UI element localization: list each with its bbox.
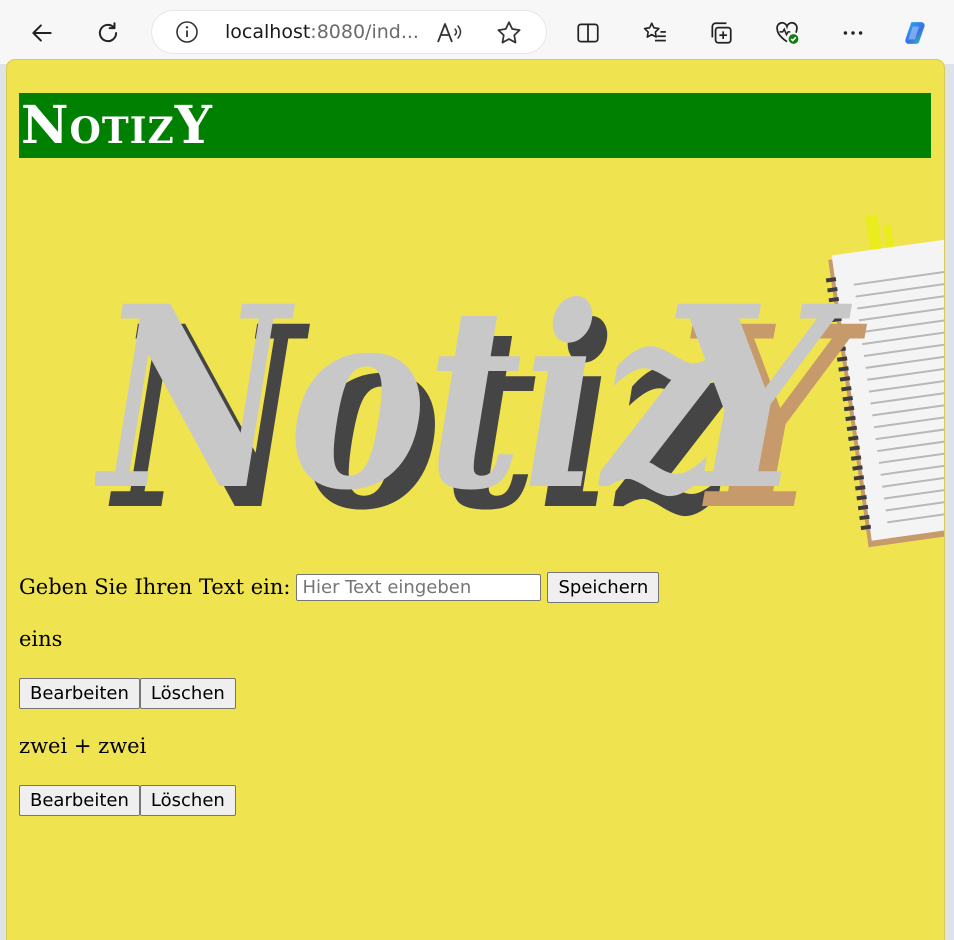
refresh-icon[interactable] xyxy=(88,13,128,53)
collections-icon[interactable] xyxy=(701,13,741,53)
delete-button[interactable]: Löschen xyxy=(139,785,236,816)
url-text[interactable]: localhost:8080/ind... xyxy=(225,21,425,43)
note-actions: Bearbeiten Löschen xyxy=(19,678,236,709)
read-aloud-icon[interactable] xyxy=(435,20,465,46)
back-icon[interactable] xyxy=(22,13,62,53)
note-text: eins xyxy=(19,627,63,651)
notizy-logo: Notiz Y Notiz Y xyxy=(95,214,944,550)
health-icon[interactable] xyxy=(767,13,807,53)
browser-toolbar: localhost:8080/ind... xyxy=(0,0,954,64)
page-viewport: NotizY Notiz Y Notiz Y Geben Sie Ihren T… xyxy=(7,60,944,940)
address-bar[interactable]: localhost:8080/ind... xyxy=(151,10,547,54)
note-form: Geben Sie Ihren Text ein: Speichern xyxy=(19,570,660,604)
edit-button[interactable]: Bearbeiten xyxy=(19,785,140,816)
svg-text:Y: Y xyxy=(663,251,853,545)
delete-button[interactable]: Löschen xyxy=(139,678,236,709)
site-header: NotizY xyxy=(19,93,931,158)
note-input-label: Geben Sie Ihren Text ein: xyxy=(19,575,291,599)
page-title: NotizY xyxy=(21,95,213,156)
edit-button[interactable]: Bearbeiten xyxy=(19,678,140,709)
url-host: localhost xyxy=(225,21,311,43)
save-button[interactable]: Speichern xyxy=(547,571,660,603)
favorite-icon[interactable] xyxy=(495,19,523,47)
split-screen-icon[interactable] xyxy=(568,13,608,53)
copilot-icon[interactable] xyxy=(896,13,936,53)
svg-text:Notiz: Notiz xyxy=(95,251,723,545)
more-icon[interactable] xyxy=(833,13,873,53)
note-text: zwei + zwei xyxy=(19,734,147,758)
url-path: :8080/ind... xyxy=(310,21,419,43)
note-actions: Bearbeiten Löschen xyxy=(19,785,236,816)
info-icon[interactable] xyxy=(175,20,199,44)
logo-wordmark: Notiz Y Notiz Y xyxy=(95,251,868,550)
note-text-input[interactable] xyxy=(296,573,542,601)
favorites-list-icon[interactable] xyxy=(635,13,675,53)
